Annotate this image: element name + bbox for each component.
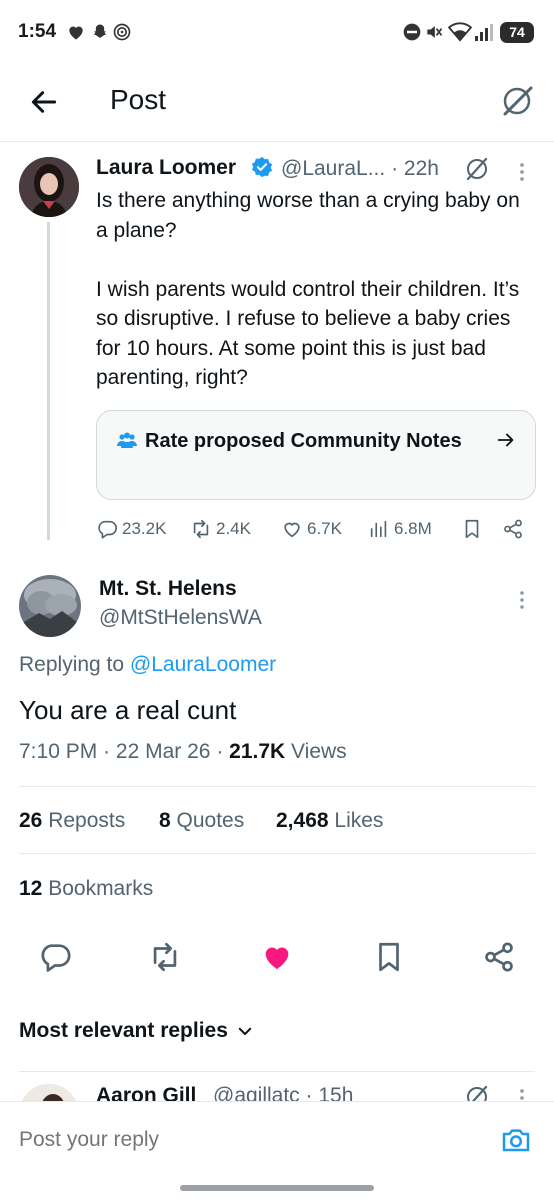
views-label: Views	[291, 740, 347, 763]
wifi-icon	[448, 22, 472, 42]
reposts-stat[interactable]: 26 Reposts	[19, 809, 125, 833]
meta-separator: ·	[216, 740, 224, 763]
avatar[interactable]	[19, 1084, 79, 1102]
quotes-count: 8	[159, 809, 171, 832]
reposts-label: Reposts	[48, 809, 126, 832]
avatar-image-icon	[19, 575, 81, 637]
page-title: Post	[110, 84, 167, 115]
reply-icon	[98, 520, 117, 539]
reply-sort-label: Most relevant replies	[19, 1019, 228, 1042]
reply-icon[interactable]	[38, 940, 72, 974]
grok-icon[interactable]	[464, 156, 490, 182]
community-notes-card[interactable]: Rate proposed Community Notes	[96, 410, 536, 500]
bookmarks-label: Bookmarks	[48, 877, 154, 900]
heart-icon	[69, 26, 83, 40]
avatar-image-icon	[19, 1084, 79, 1102]
reposts-count: 26	[19, 809, 43, 832]
post-text: Is there anything worse than a crying ba…	[96, 189, 520, 389]
status-time: 1:54	[18, 21, 57, 42]
snapchat-icon	[93, 24, 107, 38]
reply-input[interactable]	[19, 1128, 459, 1152]
avatar[interactable]	[19, 157, 79, 217]
share-icon[interactable]	[482, 940, 516, 974]
author-name[interactable]: Laura Loomer	[96, 156, 236, 180]
bookmarks-stat[interactable]: 12 Bookmarks	[19, 877, 153, 901]
post-meta: 7:10 PM · 22 Mar 26 · 21.7K Views	[19, 740, 347, 764]
reply-count[interactable]: 23.2K	[96, 516, 166, 542]
verified-badge-icon	[251, 156, 273, 178]
reply-sort-dropdown[interactable]: Most relevant replies	[19, 1019, 254, 1043]
bookmark-icon[interactable]	[461, 518, 483, 540]
post-time: · 22h	[391, 157, 439, 180]
like-icon	[284, 522, 300, 538]
chevron-down-icon	[238, 1027, 252, 1035]
nfc-icon	[113, 23, 131, 41]
quotes-stat[interactable]: 8 Quotes	[159, 809, 244, 833]
author-handle-time[interactable]: @LauraL... · 22h	[281, 157, 439, 181]
reply-composer	[0, 1101, 554, 1181]
more-options-icon[interactable]	[510, 588, 534, 612]
grok-icon[interactable]	[500, 84, 534, 118]
thread-connector	[47, 222, 50, 540]
dnd-icon	[403, 23, 421, 41]
reply-item[interactable]: Aaron Gill @agillatc · 15h	[0, 1072, 554, 1102]
reply-count-value: 23.2K	[122, 519, 167, 538]
mute-vibrate-icon	[427, 26, 443, 38]
post-time: 7:10 PM	[19, 740, 98, 763]
view-count[interactable]: 6.8M	[368, 516, 432, 542]
bookmarks-count: 12	[19, 877, 43, 900]
likes-label: Likes	[334, 809, 384, 832]
quotes-label: Quotes	[176, 809, 245, 832]
community-icon	[117, 432, 137, 448]
more-options-icon[interactable]	[510, 160, 534, 184]
likes-stat[interactable]: 2,468 Likes	[276, 809, 383, 833]
author-handle[interactable]: @LauraL...	[281, 157, 385, 180]
author-name[interactable]: Aaron Gill	[96, 1084, 196, 1102]
post-text: You are a real cunt	[19, 695, 237, 725]
repost-icon	[193, 519, 209, 539]
community-notes-label: Rate proposed Community Notes	[145, 430, 462, 452]
replying-to-line: Replying to @LauraLoomer	[19, 653, 276, 677]
view-count-value: 6.8M	[394, 519, 432, 538]
replying-to-prefix: Replying to	[19, 653, 125, 676]
status-bar: 1:54 74	[0, 0, 554, 66]
divider	[19, 786, 535, 787]
arrow-right-icon	[497, 433, 514, 447]
home-indicator[interactable]	[180, 1185, 374, 1191]
repost-count[interactable]: 2.4K	[190, 516, 251, 542]
replying-to-link[interactable]: @LauraLoomer	[130, 653, 276, 676]
camera-icon[interactable]	[500, 1124, 532, 1156]
like-count[interactable]: 6.7K	[281, 516, 342, 542]
more-options-icon[interactable]	[510, 1086, 534, 1102]
repost-icon[interactable]	[148, 940, 182, 974]
like-count-value: 6.7K	[307, 519, 342, 538]
like-filled-icon[interactable]	[260, 940, 294, 974]
post-date: 22 Mar 26	[115, 740, 211, 763]
author-name[interactable]: Mt. St. Helens	[99, 577, 237, 601]
meta-separator: ·	[103, 740, 111, 763]
author-handle[interactable]: @MtStHelensWA	[99, 606, 262, 630]
avatar[interactable]	[19, 575, 81, 637]
share-icon[interactable]	[502, 518, 524, 540]
header-divider	[0, 141, 554, 142]
likes-count: 2,468	[276, 809, 329, 832]
author-handle[interactable]: @agillatc · 15h	[213, 1084, 353, 1102]
views-icon	[370, 520, 387, 538]
divider	[19, 853, 535, 854]
avatar-image-icon	[19, 157, 79, 217]
grok-icon[interactable]	[464, 1084, 490, 1102]
bookmark-icon[interactable]	[372, 940, 406, 974]
repost-count-value: 2.4K	[216, 519, 251, 538]
battery-indicator: 74	[500, 22, 534, 43]
views-count: 21.7K	[229, 740, 286, 763]
arrow-left-icon[interactable]	[28, 86, 60, 118]
signal-icon	[475, 24, 493, 41]
